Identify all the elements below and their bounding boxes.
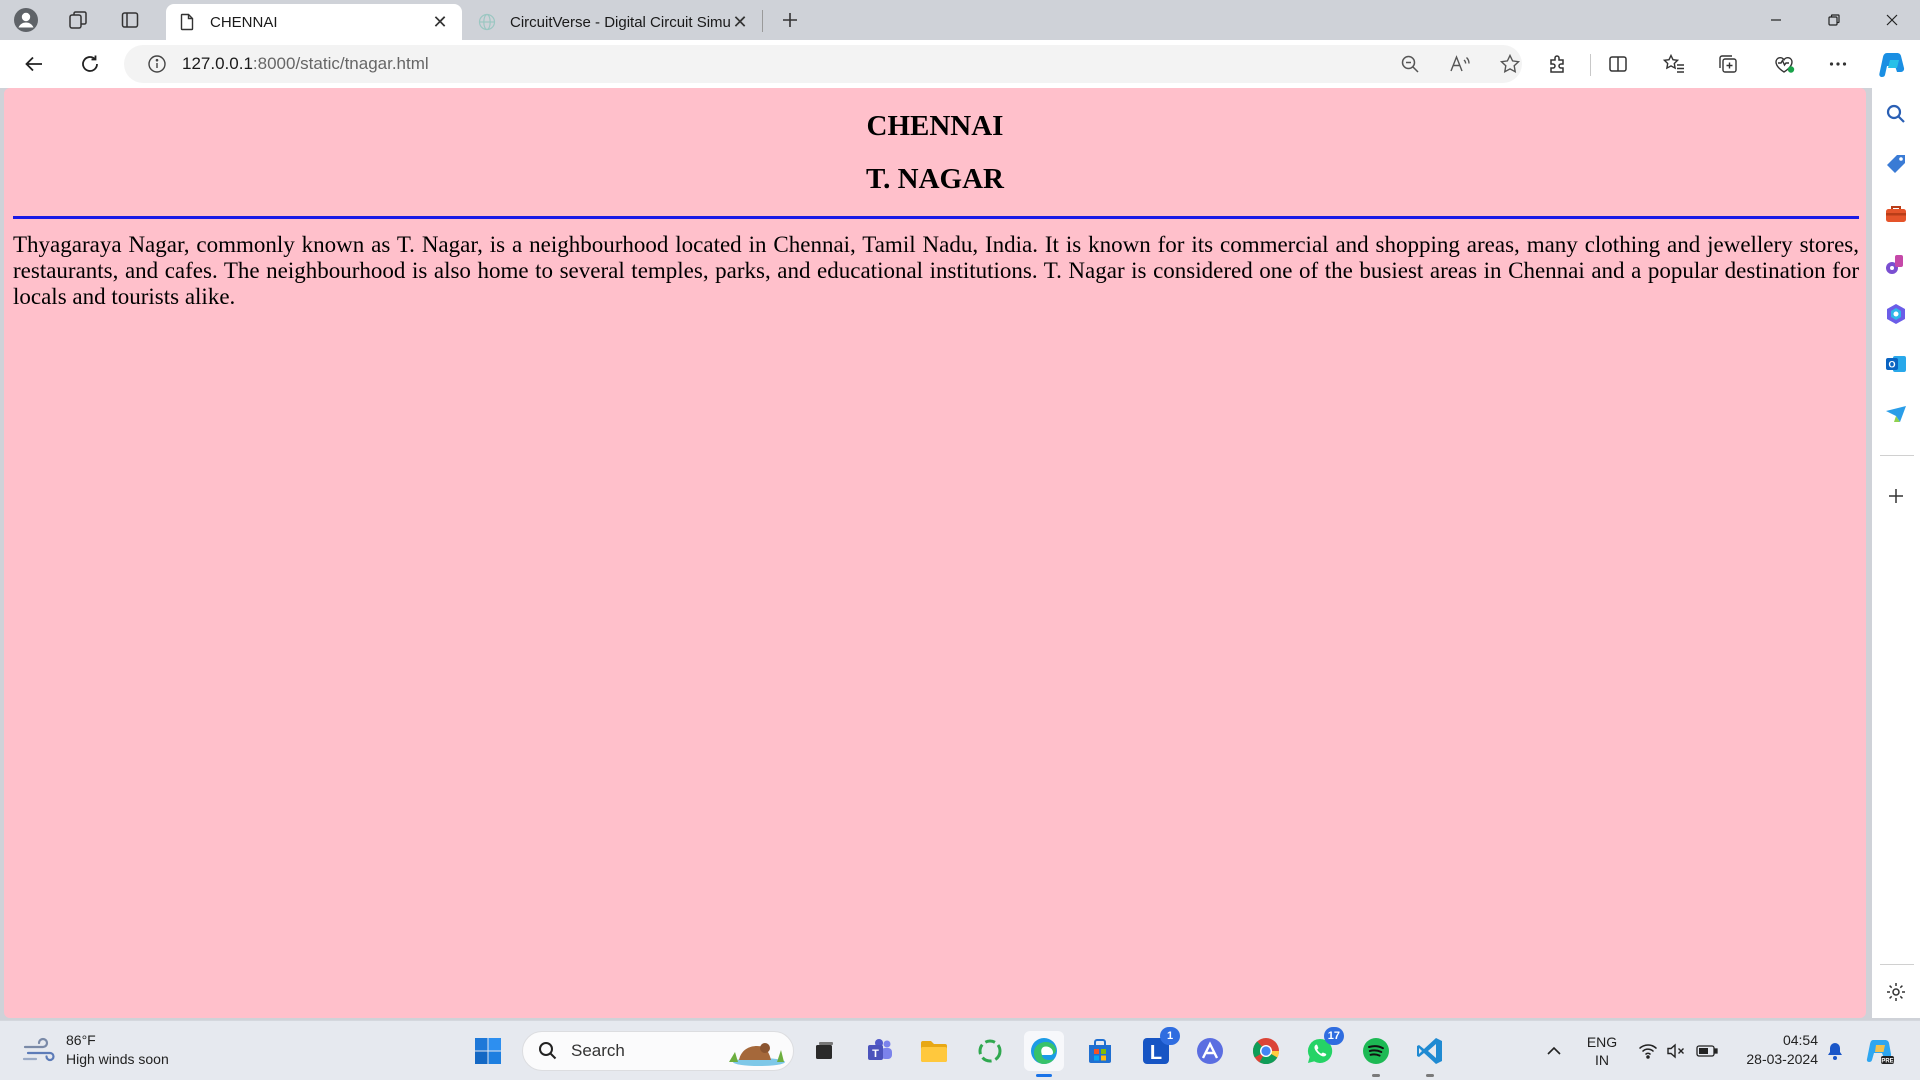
collections-icon[interactable] (1710, 46, 1746, 82)
url-text[interactable]: 127.0.0.1:8000/static/tnagar.html (182, 54, 429, 74)
search-label: Search (571, 1041, 625, 1060)
notification-badge: 17 (1323, 1027, 1344, 1045)
read-aloud-icon[interactable] (1444, 50, 1476, 78)
tools-briefcase-icon[interactable] (1880, 198, 1912, 230)
back-icon[interactable] (16, 46, 52, 82)
favorite-star-icon[interactable] (1494, 50, 1526, 78)
zoom-out-icon[interactable] (1394, 50, 1426, 78)
start-windows-icon[interactable] (468, 1031, 508, 1071)
outlook-icon[interactable]: O (1880, 348, 1912, 380)
site-info-icon[interactable] (146, 53, 168, 75)
show-hidden-icons-chevron-icon[interactable] (1540, 1031, 1568, 1071)
weather-description: High winds soon (66, 1051, 169, 1067)
teams-icon[interactable]: T (860, 1031, 900, 1071)
chrome-icon[interactable] (1246, 1031, 1286, 1071)
address-bar[interactable]: 127.0.0.1:8000/static/tnagar.html (124, 45, 1522, 83)
search-highlight-icon (729, 1043, 785, 1066)
sidebar-divider (1880, 455, 1914, 456)
profile-icon[interactable] (8, 4, 44, 36)
shopping-tag-icon[interactable] (1880, 148, 1912, 180)
restore-icon[interactable] (1806, 0, 1862, 40)
taskbar: 86°F High winds soon Search T L 1 17 ENG… (0, 1020, 1920, 1080)
language-indicator[interactable]: ENG IN (1580, 1031, 1624, 1071)
speaker-muted-icon[interactable] (1664, 1031, 1688, 1071)
sidebar-divider (1880, 964, 1914, 965)
edge-browser-icon[interactable] (1024, 1031, 1064, 1077)
notifications-bell-icon[interactable] (1824, 1031, 1846, 1071)
file-explorer-icon[interactable] (914, 1031, 954, 1071)
svg-text:T: T (872, 1048, 879, 1060)
toolbar-divider (1590, 54, 1591, 76)
tab-circuitverse[interactable]: CircuitVerse - Digital Circuit Simu ✕ (466, 4, 762, 40)
copilot-icon[interactable] (1874, 46, 1910, 82)
tab-divider (762, 10, 763, 32)
battery-icon[interactable] (1694, 1031, 1720, 1071)
region-code: IN (1595, 1052, 1609, 1068)
language-code: ENG (1586, 1034, 1618, 1050)
tab-strip: CHENNAI ✕ CircuitVerse - Digital Circuit… (0, 0, 1920, 40)
tab-title: CircuitVerse - Digital Circuit Simu (510, 13, 730, 31)
url-host: 127.0.0.1 (182, 54, 253, 73)
close-tab-icon[interactable]: ✕ (730, 12, 750, 32)
arc-app-icon[interactable] (1190, 1031, 1230, 1071)
send-drop-icon[interactable] (1880, 398, 1912, 430)
tab-chennai[interactable]: CHENNAI ✕ (166, 4, 462, 40)
tab-actions-icon[interactable] (112, 4, 148, 36)
sidebar: O (1872, 88, 1920, 1018)
svg-text:L: L (1150, 1042, 1162, 1064)
horizontal-rule (13, 216, 1859, 219)
vscode-icon[interactable] (1410, 1031, 1450, 1077)
refresh-icon[interactable] (72, 46, 108, 82)
games-icon[interactable] (1880, 248, 1912, 280)
workspaces-icon[interactable] (60, 4, 96, 36)
page-heading-city: CHENNAI (866, 110, 1004, 142)
running-indicator (1372, 1074, 1380, 1077)
sync-app-icon[interactable] (970, 1031, 1010, 1071)
close-tab-icon[interactable]: ✕ (430, 12, 450, 32)
clock-time: 04:54 (1782, 1032, 1818, 1048)
copilot-preview-icon[interactable]: PRE (1862, 1031, 1898, 1071)
sidebar-settings-gear-icon[interactable] (1880, 976, 1912, 1008)
browser-essentials-icon[interactable] (1766, 46, 1802, 82)
web-page-viewport: CHENNAI T. NAGAR Thyagaraya Nagar, commo… (4, 88, 1866, 1018)
microsoft-365-icon[interactable] (1880, 298, 1912, 330)
split-screen-icon[interactable] (1600, 46, 1636, 82)
tab-title: CHENNAI (210, 13, 278, 31)
active-indicator (1036, 1074, 1052, 1077)
system-clock[interactable]: 04:54 28-03-2024 (1734, 1031, 1818, 1069)
description-paragraph: Thyagaraya Nagar, commonly known as T. N… (13, 232, 1859, 309)
page-icon (178, 13, 196, 31)
running-indicator (1426, 1074, 1434, 1077)
spotify-icon[interactable] (1356, 1031, 1396, 1077)
clock-date: 28-03-2024 (1746, 1051, 1818, 1067)
microsoft-store-icon[interactable] (1080, 1031, 1120, 1071)
svg-text:PRE: PRE (1881, 1059, 1893, 1065)
more-options-icon[interactable] (1820, 46, 1856, 82)
browser-toolbar: 127.0.0.1:8000/static/tnagar.html (0, 40, 1920, 88)
whatsapp-icon[interactable]: 17 (1300, 1027, 1344, 1071)
wind-icon (22, 1037, 55, 1062)
search-icon (539, 1042, 557, 1060)
task-view-icon[interactable] (804, 1031, 844, 1071)
add-sidebar-app-icon[interactable] (1880, 480, 1912, 512)
svg-text:O: O (1888, 360, 1895, 370)
sidebar-search-icon[interactable] (1880, 98, 1912, 130)
l-app-icon[interactable]: L 1 (1136, 1027, 1180, 1071)
globe-icon (478, 13, 496, 31)
notification-badge: 1 (1160, 1027, 1180, 1045)
page-heading-area: T. NAGAR (865, 163, 1005, 195)
close-window-icon[interactable] (1864, 0, 1920, 40)
wifi-icon[interactable] (1636, 1031, 1660, 1071)
weather-widget[interactable]: 86°F High winds soon (22, 1031, 169, 1069)
minimize-icon[interactable] (1748, 0, 1804, 40)
favorites-icon[interactable] (1656, 46, 1692, 82)
url-path: :8000/static/tnagar.html (252, 54, 429, 73)
weather-temperature: 86°F (66, 1032, 96, 1048)
new-tab-icon[interactable] (772, 4, 808, 36)
extensions-icon[interactable] (1540, 46, 1576, 82)
taskbar-search[interactable]: Search (522, 1031, 794, 1071)
